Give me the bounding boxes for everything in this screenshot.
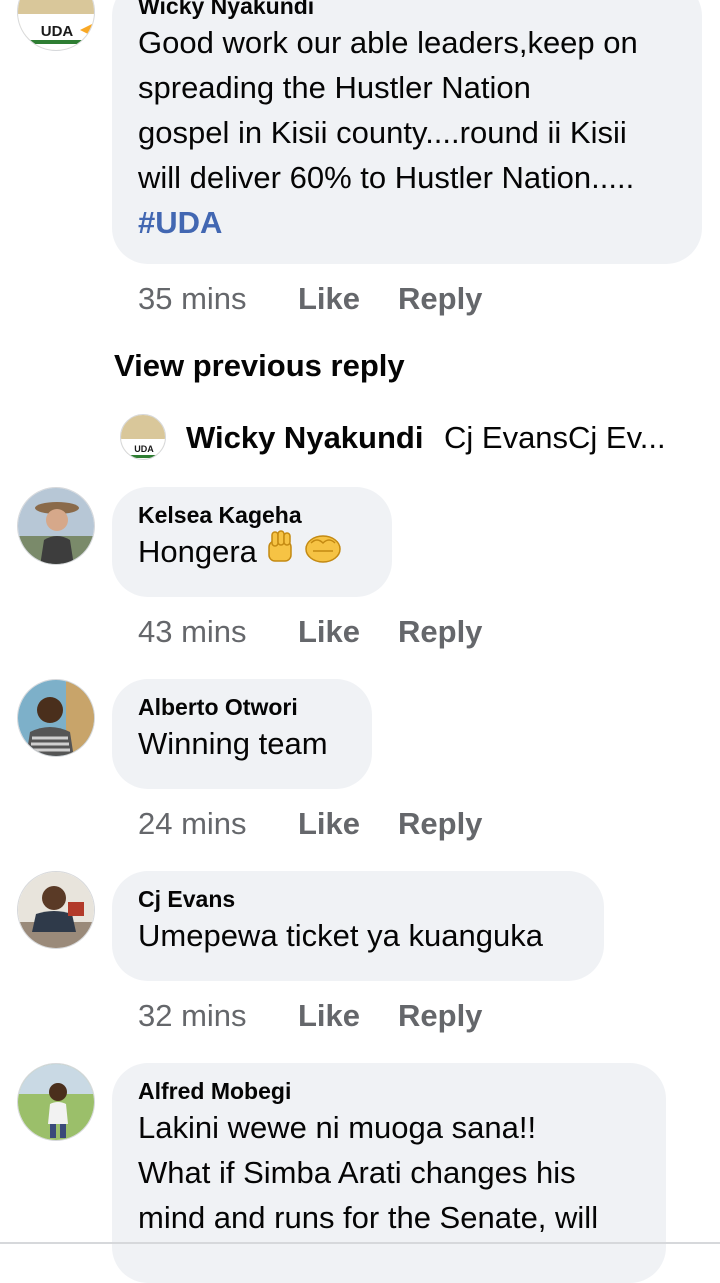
commenter-name[interactable]: Cj Evans	[138, 885, 578, 913]
profile-photo	[18, 680, 94, 756]
comment-line: will deliver 60% to Hustler Nation.....	[138, 160, 635, 195]
timestamp: 32 mins	[138, 998, 247, 1033]
like-button[interactable]: Like	[298, 998, 360, 1034]
commenter-name[interactable]: Wicky Nyakundi	[138, 0, 676, 20]
view-previous-reply-link[interactable]: View previous reply	[114, 348, 405, 384]
profile-photo	[18, 872, 94, 948]
comment-actions: 24 mins Like Reply	[138, 806, 482, 842]
comment-bubble: Wicky Nyakundi Good work our able leader…	[112, 0, 702, 264]
reply-preview[interactable]: UDA Wicky Nyakundi Cj EvansCj Ev...	[120, 414, 700, 464]
comment-text-content: Hongera	[138, 534, 257, 570]
reply-button[interactable]: Reply	[398, 998, 482, 1034]
uda-avatar-image: UDA	[121, 415, 165, 459]
timestamp: 24 mins	[138, 806, 247, 841]
like-button[interactable]: Like	[298, 806, 360, 842]
comment-line: Good work our able leaders,keep on	[138, 25, 638, 60]
uda-badge-text: UDA	[41, 23, 74, 40]
timestamp: 35 mins	[138, 281, 247, 316]
reply-button[interactable]: Reply	[398, 806, 482, 842]
comment-line: gospel in Kisii county....round ii Kisii	[138, 115, 627, 150]
timestamp: 43 mins	[138, 614, 247, 649]
uda-avatar-image: UDA	[18, 0, 94, 50]
comment-line: mind and runs for the Senate, will	[138, 1200, 599, 1235]
comment-text: Umepewa ticket ya kuanguka	[138, 918, 543, 953]
preview-commenter-name: Wicky Nyakundi	[186, 420, 424, 455]
commenter-name[interactable]: Kelsea Kageha	[138, 501, 366, 529]
like-button[interactable]: Like	[298, 614, 360, 650]
avatar-kelsea-kageha[interactable]	[17, 487, 95, 565]
avatar-alberto-otwori[interactable]	[17, 679, 95, 757]
raised-fist-icon	[263, 529, 297, 579]
comment-line: spreading the Hustler Nation	[138, 70, 531, 105]
hashtag-link[interactable]: #UDA	[138, 200, 676, 245]
comment-text: Good work our able leaders,keep on sprea…	[138, 20, 676, 245]
comment-actions: 32 mins Like Reply	[138, 998, 482, 1034]
uda-badge-text: UDA	[134, 444, 154, 454]
comment-bubble: Alberto Otwori Winning team	[112, 679, 372, 789]
oncoming-fist-icon	[303, 531, 343, 577]
preview-avatar: UDA	[120, 414, 166, 460]
comment-line: Lakini wewe ni muoga sana!!	[138, 1110, 537, 1145]
comment-text: Winning team	[138, 726, 328, 761]
comment-bubble: Kelsea Kageha Hongera	[112, 487, 392, 597]
avatar-cj-evans[interactable]	[17, 871, 95, 949]
like-button[interactable]: Like	[298, 281, 360, 317]
preview-text: Cj EvansCj Ev...	[444, 420, 666, 455]
comment-bubble: Alfred Mobegi Lakini wewe ni muoga sana!…	[112, 1063, 666, 1283]
avatar-alfred-mobegi[interactable]	[17, 1063, 95, 1141]
avatar-wicky-nyakundi[interactable]: UDA	[17, 0, 95, 51]
reply-button[interactable]: Reply	[398, 614, 482, 650]
comment-text: Lakini wewe ni muoga sana!! What if Simb…	[138, 1105, 640, 1240]
comment-actions: 35 mins Like Reply	[138, 281, 482, 317]
profile-photo	[18, 488, 94, 564]
commenter-name[interactable]: Alberto Otwori	[138, 693, 346, 721]
reply-button[interactable]: Reply	[398, 281, 482, 317]
comment-line: What if Simba Arati changes his	[138, 1155, 576, 1190]
screen-edge-divider	[0, 1242, 720, 1244]
comment-bubble: Cj Evans Umepewa ticket ya kuanguka	[112, 871, 604, 981]
commenter-name[interactable]: Alfred Mobegi	[138, 1077, 640, 1105]
comment-text: Hongera	[138, 529, 366, 579]
comment-actions: 43 mins Like Reply	[138, 614, 482, 650]
profile-photo	[18, 1064, 94, 1140]
